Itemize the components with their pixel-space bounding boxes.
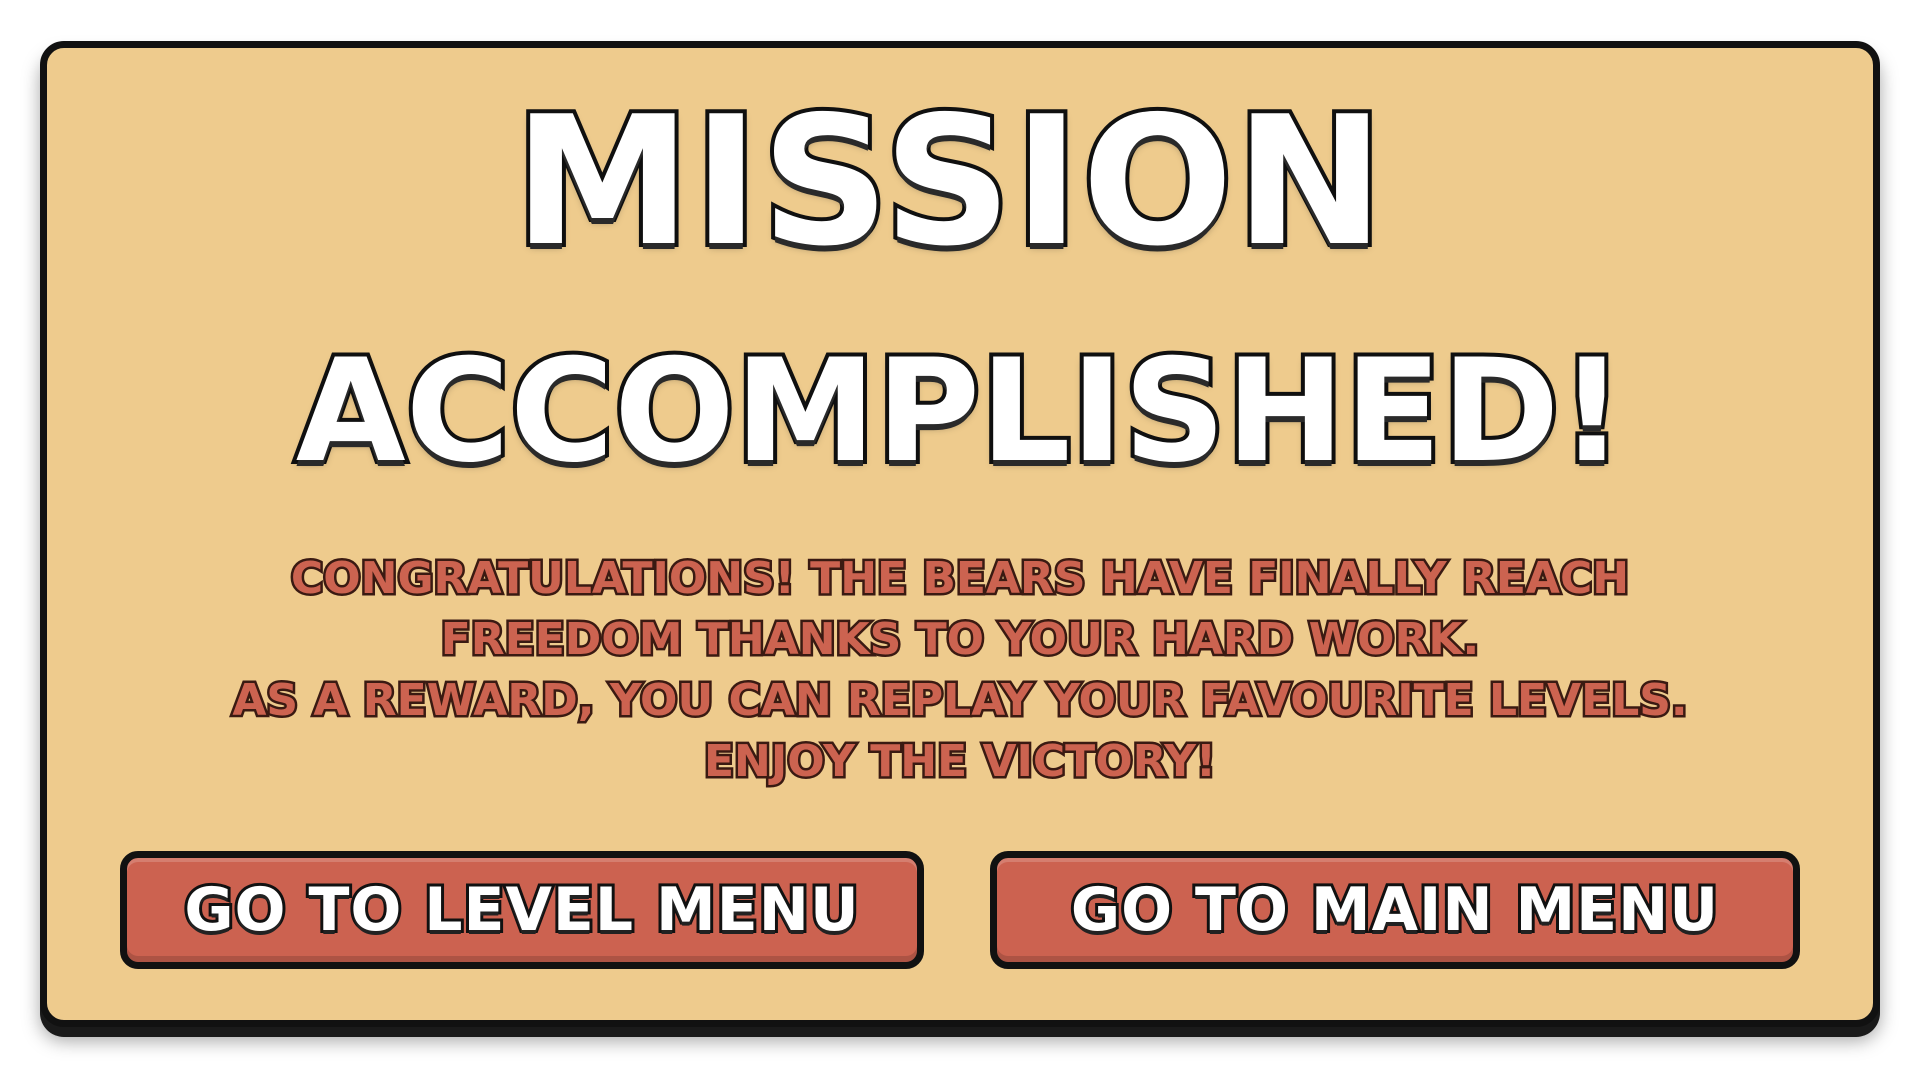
title-accomplished: ACCOMPLISHED! xyxy=(292,325,1628,498)
message-line-4: ENJOY THE VICTORY! xyxy=(701,734,1218,790)
go-to-level-menu-label: GO TO LEVEL MENU xyxy=(181,872,861,948)
congratulations-message: CONGRATULATIONS! THE BEARS HAVE FINALLY … xyxy=(150,548,1770,792)
title-mission: MISSION xyxy=(510,78,1388,286)
go-to-main-menu-label: GO TO MAIN MENU xyxy=(1068,872,1721,948)
message-line-1: CONGRATULATIONS! THE BEARS HAVE FINALLY … xyxy=(288,551,1631,607)
message-line-2: FREEDOM THANKS TO YOUR HARD WORK. xyxy=(438,612,1482,668)
go-to-main-menu-button[interactable]: GO TO MAIN MENU xyxy=(990,851,1800,969)
message-line-3: AS A REWARD, YOU CAN REPLAY YOUR FAVOURI… xyxy=(230,673,1690,729)
go-to-level-menu-button[interactable]: GO TO LEVEL MENU xyxy=(120,851,924,969)
